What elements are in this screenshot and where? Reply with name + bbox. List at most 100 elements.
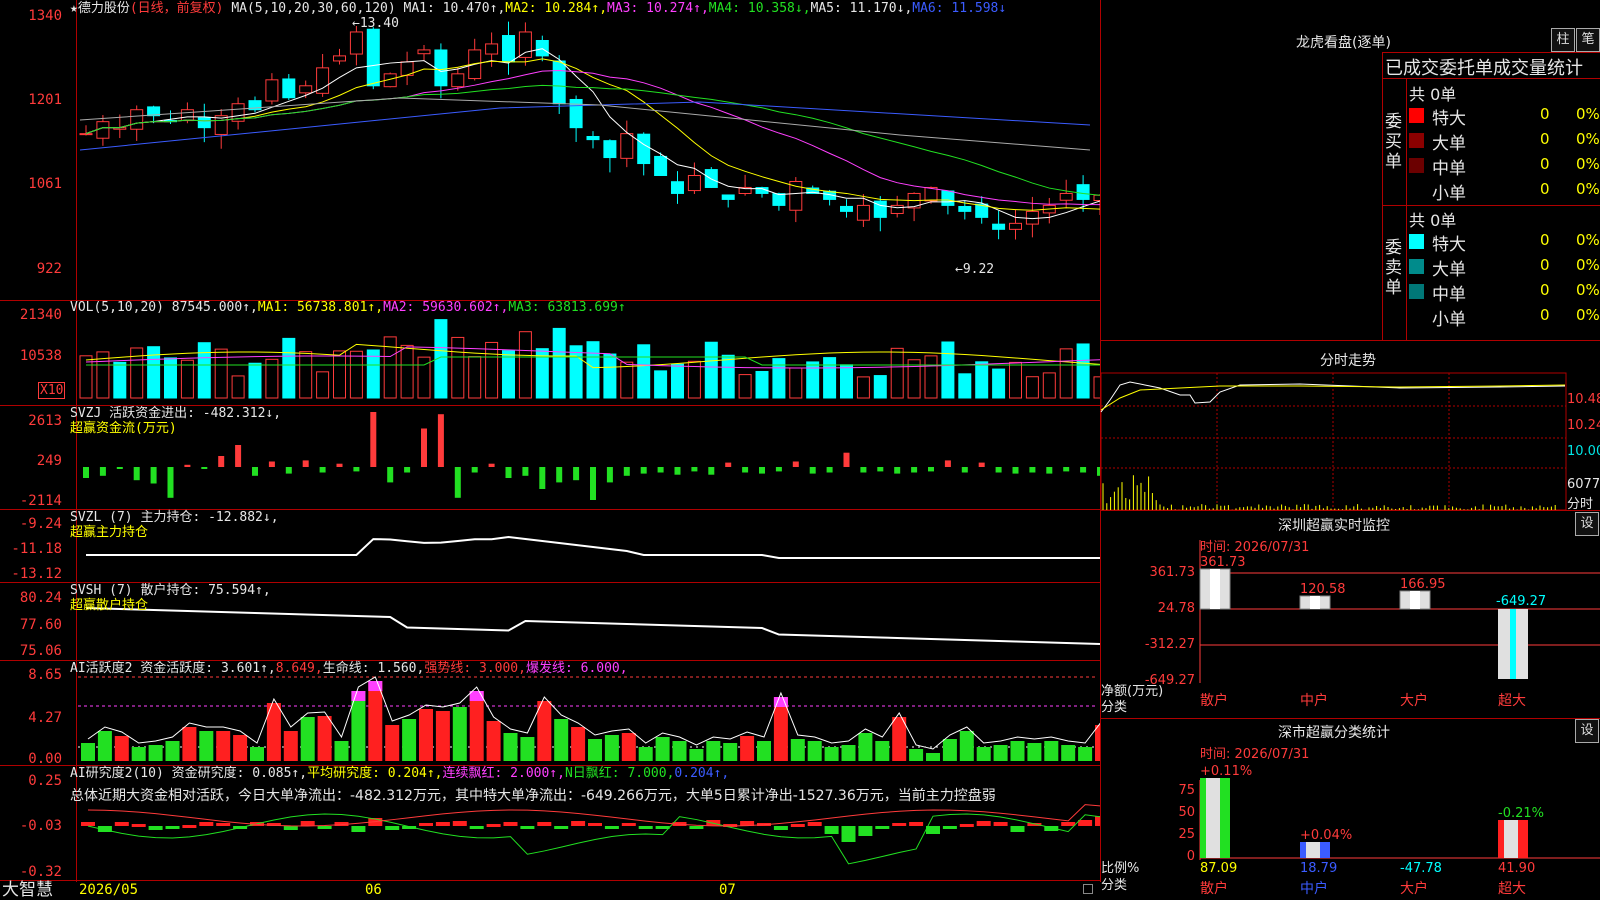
sell-row-count: 0: [1540, 231, 1550, 249]
svzj-axis-1: 2613: [0, 413, 62, 429]
research-bar: [791, 824, 805, 827]
svzj-bar: [590, 467, 596, 500]
candle-body: [80, 134, 92, 135]
svzj-bar: [742, 467, 748, 473]
activity-bar: [166, 741, 180, 761]
svsh-axis-1: 80.24: [0, 590, 62, 606]
kline-axis-2: 1201: [0, 92, 62, 108]
activity-bar: [588, 739, 602, 761]
candle-body: [367, 29, 379, 86]
candle-body: [553, 61, 565, 104]
research-bar: [639, 826, 653, 829]
research-bar: [351, 826, 365, 832]
candle-body: [198, 118, 210, 128]
activity-bar: [909, 749, 923, 761]
svzj-bar: [691, 467, 697, 471]
candle-body: [435, 50, 447, 86]
ma1-value: MA1: 10.470↑,: [404, 1, 506, 16]
ai1-burst: 爆发线: 6.000,: [526, 661, 628, 676]
activity-bar: [622, 733, 636, 761]
research-bar: [182, 825, 196, 828]
svzj-bar: [793, 462, 799, 468]
vol-ma3: MA3: 63813.699↑: [508, 300, 625, 315]
svzl-axis-3: -13.12: [0, 566, 62, 582]
svzj-bar: [776, 467, 782, 471]
ss-bar-value: 41.90: [1498, 861, 1535, 876]
tick-view-button[interactable]: 笔: [1576, 28, 1600, 52]
ai2-axis-3: -0.32: [0, 864, 62, 880]
research-bar: [977, 821, 991, 826]
activity-bar: [706, 741, 720, 761]
stat-mid-line: [1382, 205, 1600, 206]
volume-bar: [249, 363, 261, 398]
vol-ma2: MA2: 59630.602↑,: [383, 300, 508, 315]
stock-name[interactable]: 德力股份: [78, 1, 130, 16]
lock-icon[interactable]: [1083, 884, 1093, 894]
sz-bar-highlight: [1310, 596, 1320, 609]
research-bar: [656, 826, 670, 829]
volume-bar: [283, 338, 295, 398]
research-bar: [504, 822, 518, 826]
activity-bar: [977, 747, 991, 761]
low-mark: ←9.22: [955, 262, 994, 277]
activity-peak: [351, 691, 365, 701]
ma2-value: MA2: 10.284↑,: [505, 1, 607, 16]
svzj-bar: [286, 467, 292, 474]
ma3-value: MA3: 10.274↑,: [607, 1, 709, 16]
buy-row-name: 小单: [1432, 179, 1466, 204]
sell-orders-label: 委卖单: [1385, 238, 1405, 298]
research-bar: [605, 826, 619, 829]
volume-bar: [604, 354, 616, 398]
svzj-bar: [996, 467, 1002, 473]
svzj-axis-2: 249: [0, 453, 62, 469]
svzj-bar: [725, 463, 731, 467]
activity-bar: [943, 739, 957, 761]
sell-row-pct: 0%: [1576, 281, 1600, 299]
svzj-bar: [506, 467, 512, 478]
activity-bar: [825, 747, 839, 761]
svsh-axis-2: 77.60: [0, 617, 62, 633]
candle-body: [638, 134, 650, 163]
research-bar: [571, 821, 585, 826]
candle-body: [181, 110, 193, 121]
activity-bar: [182, 727, 196, 761]
svzl-label: SVZL (7) 主力持仓: -12.882↓,: [70, 510, 279, 525]
volume-bar: [705, 342, 717, 398]
ss-bar-value: 18.79: [1300, 861, 1337, 876]
ss-bar-label: 散户: [1200, 880, 1228, 897]
buy-row-count: 0: [1540, 155, 1550, 173]
activity-bar: [318, 716, 332, 761]
research-bar: [132, 824, 146, 827]
stat-title: 已成交委托单成交量统计: [1385, 54, 1583, 80]
svzj-sub: 超赢资金流(万元): [70, 421, 177, 436]
activity-bar: [960, 731, 974, 761]
chart-canvas[interactable]: [0, 0, 1100, 882]
svzj-axis-3: -2114: [0, 493, 62, 509]
star-icon: ★: [70, 1, 78, 16]
candle-body: [1077, 185, 1089, 200]
activity-bar: [199, 731, 213, 761]
candle-body: [452, 74, 464, 87]
research-bar: [875, 826, 889, 829]
svzj-bar: [641, 467, 647, 474]
ss-bar-accent: [1320, 842, 1330, 858]
svzj-bar: [83, 467, 89, 478]
volume-bar: [114, 362, 126, 398]
ai1-lifeline: 生命线: 1.560,: [323, 661, 425, 676]
volume-bar: [976, 362, 988, 398]
activity-bar: [132, 747, 146, 761]
brand-logo: 大智慧: [2, 881, 53, 900]
kline-axis-1: 1340: [0, 8, 62, 24]
stat-inner-line: [1406, 78, 1407, 340]
high-mark: ←13.40: [352, 16, 399, 31]
activity-bar: [436, 711, 450, 761]
stat-title-line: [1382, 78, 1600, 79]
volume-bar: [215, 349, 227, 398]
volume-bar: [165, 358, 177, 398]
activity-bar: [926, 753, 940, 761]
volume-bar: [198, 343, 210, 398]
sz-bar-label: 超大: [1498, 693, 1526, 709]
bar-view-button[interactable]: 柱: [1551, 28, 1575, 52]
activity-bar: [842, 745, 856, 761]
volume-bar: [621, 362, 633, 398]
